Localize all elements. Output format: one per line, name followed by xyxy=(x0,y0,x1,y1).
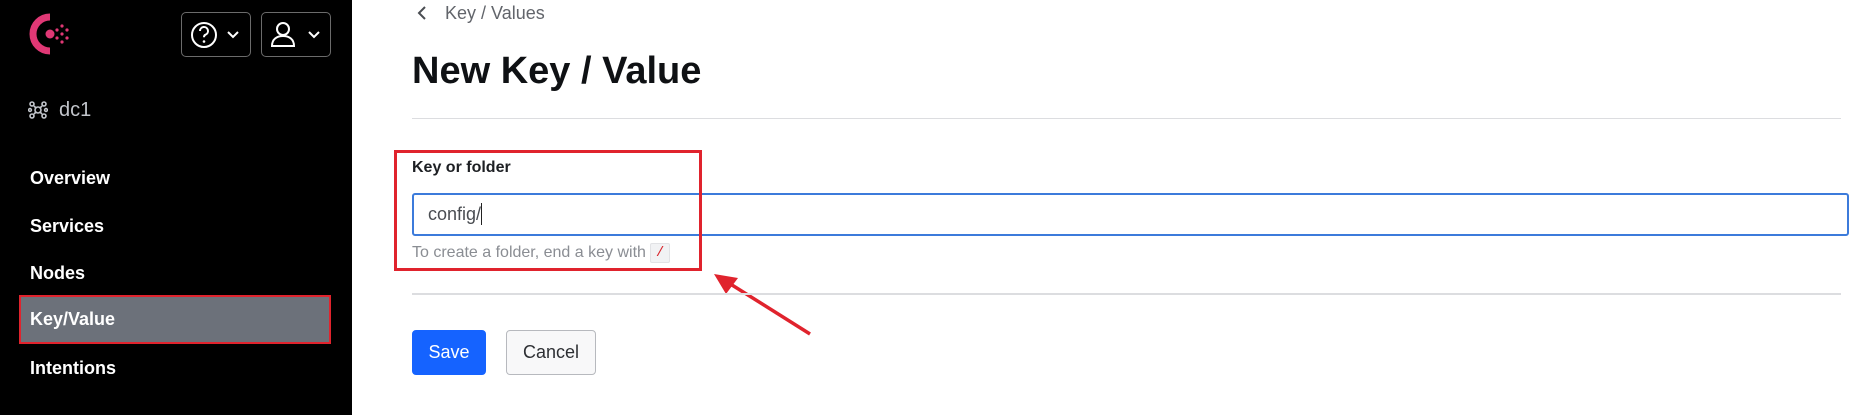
sidebar-item-services[interactable]: Services xyxy=(20,204,331,248)
save-button[interactable]: Save xyxy=(412,330,486,375)
sidebar-item-intentions[interactable]: Intentions xyxy=(20,346,331,390)
divider xyxy=(412,293,1841,295)
divider xyxy=(412,118,1841,119)
sidebar: dc1 Overview Services Nodes Key/Value In… xyxy=(0,0,352,415)
consul-logo-icon[interactable] xyxy=(26,12,78,56)
cancel-button[interactable]: Cancel xyxy=(506,330,596,375)
breadcrumb-label: Key / Values xyxy=(445,2,545,23)
sidebar-item-overview[interactable]: Overview xyxy=(20,156,331,200)
chevron-down-icon xyxy=(227,31,239,39)
annotation-highlight-box xyxy=(394,150,702,271)
help-circle-icon xyxy=(191,22,217,48)
annotation-arrow-icon xyxy=(714,274,811,336)
sidebar-item-nodes[interactable]: Nodes xyxy=(20,251,331,295)
datacenter-selector[interactable]: dc1 xyxy=(28,98,91,122)
user-menu-button[interactable] xyxy=(261,12,331,57)
user-icon xyxy=(270,22,296,47)
page-title: New Key / Value xyxy=(412,50,702,92)
breadcrumb[interactable]: Key / Values xyxy=(413,0,545,26)
sidebar-item-key-value[interactable]: Key/Value xyxy=(19,295,331,344)
chevron-down-icon xyxy=(308,31,320,39)
datacenter-icon xyxy=(28,101,48,119)
help-menu-button[interactable] xyxy=(181,12,251,57)
chevron-left-icon xyxy=(417,6,426,20)
datacenter-label: dc1 xyxy=(59,98,92,121)
